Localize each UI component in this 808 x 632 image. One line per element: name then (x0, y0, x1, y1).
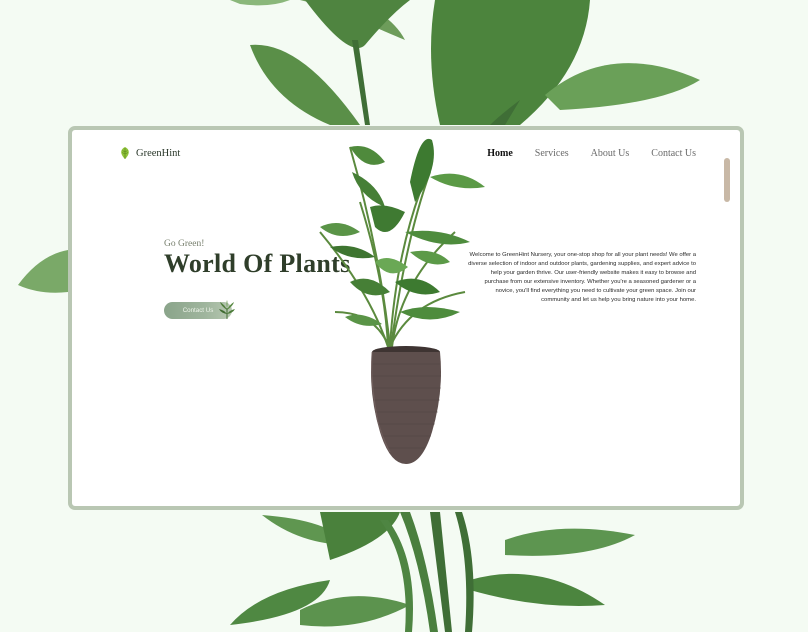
leaf-logo-icon (121, 147, 129, 159)
contact-us-button[interactable]: Contact Us (164, 300, 235, 319)
nav-about-us[interactable]: About Us (591, 148, 630, 159)
scrollbar[interactable] (724, 158, 730, 202)
logo[interactable]: GreenHint (118, 146, 180, 160)
hero-plant-image (319, 138, 485, 464)
main-nav: Home Services About Us Contact Us (487, 148, 696, 159)
nav-home[interactable]: Home (487, 148, 513, 159)
hero-card: GreenHint Home Services About Us Contact… (68, 126, 744, 510)
hero-tagline: Go Green! (164, 239, 205, 249)
cta-plant-icon (219, 300, 235, 319)
site-name: GreenHint (136, 147, 181, 159)
nav-services[interactable]: Services (535, 148, 569, 159)
contact-us-button-label: Contact Us (182, 307, 214, 314)
hero-description: Welcome to GreenHint Nursery, your one-s… (468, 252, 696, 303)
nav-contact-us[interactable]: Contact Us (651, 148, 696, 159)
